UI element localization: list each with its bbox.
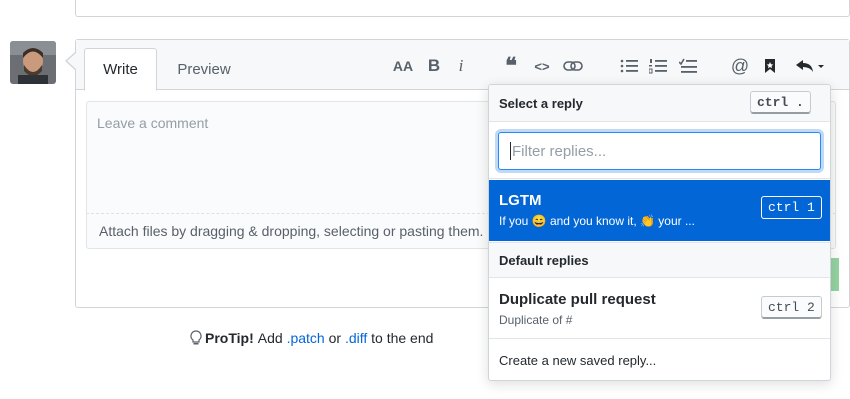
lightbulb-icon (190, 330, 202, 346)
create-saved-reply-link[interactable]: Create a new saved reply... (489, 340, 830, 380)
saved-replies-dropdown: Select a reply ctrl . Filter replies... … (488, 84, 831, 381)
reply-title: LGTM (499, 192, 542, 209)
task-list-icon[interactable] (677, 54, 699, 78)
bold-icon[interactable]: B (424, 54, 444, 78)
reply-shortcut: ctrl 1 (761, 196, 822, 219)
code-icon[interactable]: <> (531, 54, 553, 78)
filter-replies-input[interactable]: Filter replies... (498, 132, 821, 170)
quote-icon[interactable]: ❝ (500, 53, 522, 78)
dropdown-header: Select a reply ctrl . (489, 85, 830, 122)
section-default-replies: Default replies (489, 242, 830, 278)
diff-link[interactable]: .diff (345, 330, 367, 346)
reply-item-lgtm[interactable]: LGTM If you 😄 and you know it, 👏 your ..… (489, 180, 830, 241)
dropdown-shortcut: ctrl . (750, 91, 811, 114)
tab-write[interactable]: Write (84, 48, 157, 91)
text-size-icon[interactable]: AA (390, 54, 416, 78)
numbered-list-icon[interactable] (647, 54, 669, 78)
reply-title: Duplicate pull request (499, 291, 656, 308)
tab-preview[interactable]: Preview (160, 48, 248, 91)
reply-item-duplicate[interactable]: Duplicate pull request Duplicate of # ct… (489, 279, 830, 339)
protip: ProTip! Add .patch or .diff to the end (190, 330, 433, 346)
reply-preview: If you 😄 and you know it, 👏 your ... (499, 214, 695, 228)
reply-shortcut: ctrl 2 (761, 296, 822, 319)
patch-link[interactable]: .patch (287, 330, 325, 346)
reply-icon[interactable] (793, 54, 827, 78)
dropdown-title: Select a reply (499, 95, 583, 111)
link-icon[interactable] (561, 54, 585, 78)
bookmark-icon[interactable] (760, 54, 780, 78)
bulleted-list-icon[interactable] (618, 54, 640, 78)
mention-icon[interactable]: @ (729, 54, 751, 78)
protip-label: ProTip! (205, 330, 254, 346)
previous-comment-box (75, 0, 850, 17)
reply-preview: Duplicate of # (499, 313, 573, 327)
avatar[interactable] (10, 41, 56, 84)
italic-icon[interactable]: i (452, 54, 470, 78)
